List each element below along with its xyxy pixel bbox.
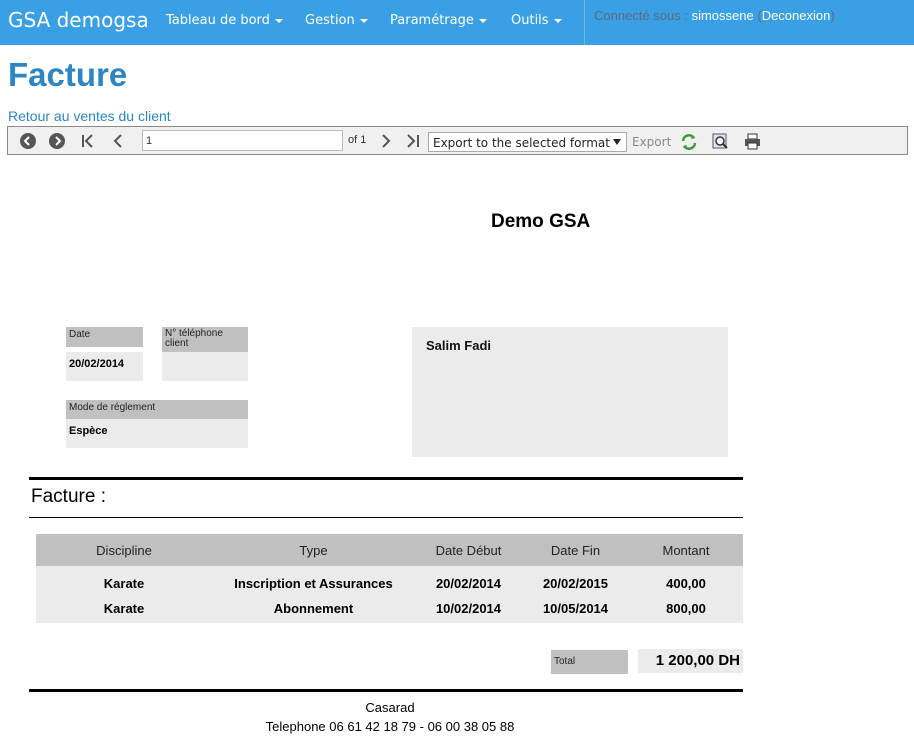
menu-parametrage[interactable]: Paramétrage xyxy=(390,13,487,28)
payment-method-value: Espèce xyxy=(66,419,248,448)
cell-amount: 800,00 xyxy=(629,596,743,623)
back-icon[interactable] xyxy=(20,133,36,149)
invoice-table: Discipline Type Date Début Date Fin Mont… xyxy=(36,534,743,623)
table-row: Karate Inscription et Assurances 20/02/2… xyxy=(36,566,743,596)
caret-down-icon xyxy=(359,18,368,23)
phone-label: N° téléphone client xyxy=(162,327,248,352)
logout-link[interactable]: Deconexion xyxy=(762,8,831,23)
refresh-icon[interactable] xyxy=(680,133,697,150)
menu-tableau-de-bord[interactable]: Tableau de bord xyxy=(166,13,283,28)
client-name: Salim Fadi xyxy=(426,338,492,353)
page-number-input[interactable] xyxy=(142,130,343,151)
footer-divider xyxy=(29,689,743,692)
top-navbar: GSA demogsa Tableau de bord Gestion Para… xyxy=(0,0,914,45)
footer-city: Casarad xyxy=(365,700,415,715)
date-value: 20/02/2014 xyxy=(66,352,143,381)
export-button[interactable]: Export xyxy=(632,135,671,149)
dropdown-arrow-icon xyxy=(613,139,621,145)
cell-end-date: 20/02/2015 xyxy=(522,566,629,596)
cell-amount: 400,00 xyxy=(629,566,743,596)
last-page-icon[interactable] xyxy=(405,133,421,149)
back-to-client-sales-link[interactable]: Retour au ventes du client xyxy=(8,108,171,124)
footer-phone: Telephone 06 61 42 18 79 - 06 00 38 05 8… xyxy=(265,719,515,734)
username[interactable]: simossene xyxy=(692,8,754,23)
print-icon[interactable] xyxy=(744,133,760,150)
menu-label: Gestion xyxy=(305,13,355,28)
forward-icon[interactable] xyxy=(49,133,65,149)
report-toolbar: of 1 Export to the selected format Expor… xyxy=(7,126,908,155)
total-label: Total xyxy=(551,650,628,674)
page-title: Facture xyxy=(8,56,128,93)
column-header: Type xyxy=(212,534,415,566)
navbar-divider xyxy=(584,0,585,45)
menu-outils[interactable]: Outils xyxy=(511,13,562,28)
menu-label: Outils xyxy=(511,13,549,28)
cell-type: Abonnement xyxy=(212,596,415,623)
menu-gestion[interactable]: Gestion xyxy=(305,13,368,28)
section-title: Facture : xyxy=(31,486,106,507)
client-box: Salim Fadi xyxy=(412,327,728,457)
menu-label: Tableau de bord xyxy=(166,13,270,28)
menu-label: Paramétrage xyxy=(390,13,474,28)
export-format-value: Export to the selected format xyxy=(433,136,610,150)
phone-value xyxy=(162,352,248,381)
export-format-select[interactable]: Export to the selected format xyxy=(428,132,627,152)
caret-down-icon xyxy=(478,18,487,23)
section-underline xyxy=(29,517,743,518)
caret-down-icon xyxy=(553,18,562,23)
cell-discipline: Karate xyxy=(36,596,212,623)
company-name: Demo GSA xyxy=(491,211,591,232)
page-count-label: of 1 xyxy=(348,134,367,146)
cell-type: Inscription et Assurances xyxy=(212,566,415,596)
cell-start-date: 10/02/2014 xyxy=(415,596,522,623)
table-header-row: Discipline Type Date Début Date Fin Mont… xyxy=(36,534,743,566)
column-header: Discipline xyxy=(36,534,212,566)
cell-discipline: Karate xyxy=(36,566,212,596)
date-label: Date xyxy=(66,327,143,347)
brand-logo[interactable]: GSA demogsa xyxy=(8,8,149,32)
column-header: Montant xyxy=(629,534,743,566)
column-header: Date Début xyxy=(415,534,522,566)
cell-start-date: 20/02/2014 xyxy=(415,566,522,596)
login-prefix: Connecté sous : xyxy=(594,8,688,23)
cell-end-date: 10/05/2014 xyxy=(522,596,629,623)
column-header: Date Fin xyxy=(522,534,629,566)
caret-down-icon xyxy=(274,18,283,23)
previous-page-icon[interactable] xyxy=(110,133,126,149)
close-paren: ) xyxy=(830,8,835,23)
payment-method-label: Mode de réglement xyxy=(66,400,248,419)
zoom-icon[interactable] xyxy=(712,133,728,149)
login-status: Connecté sous : simossene (Deconexion) xyxy=(594,8,835,23)
next-page-icon[interactable] xyxy=(378,133,394,149)
section-divider xyxy=(29,477,743,480)
first-page-icon[interactable] xyxy=(80,133,96,149)
total-value: 1 200,00 DH xyxy=(638,649,743,673)
table-row: Karate Abonnement 10/02/2014 10/05/2014 … xyxy=(36,596,743,623)
